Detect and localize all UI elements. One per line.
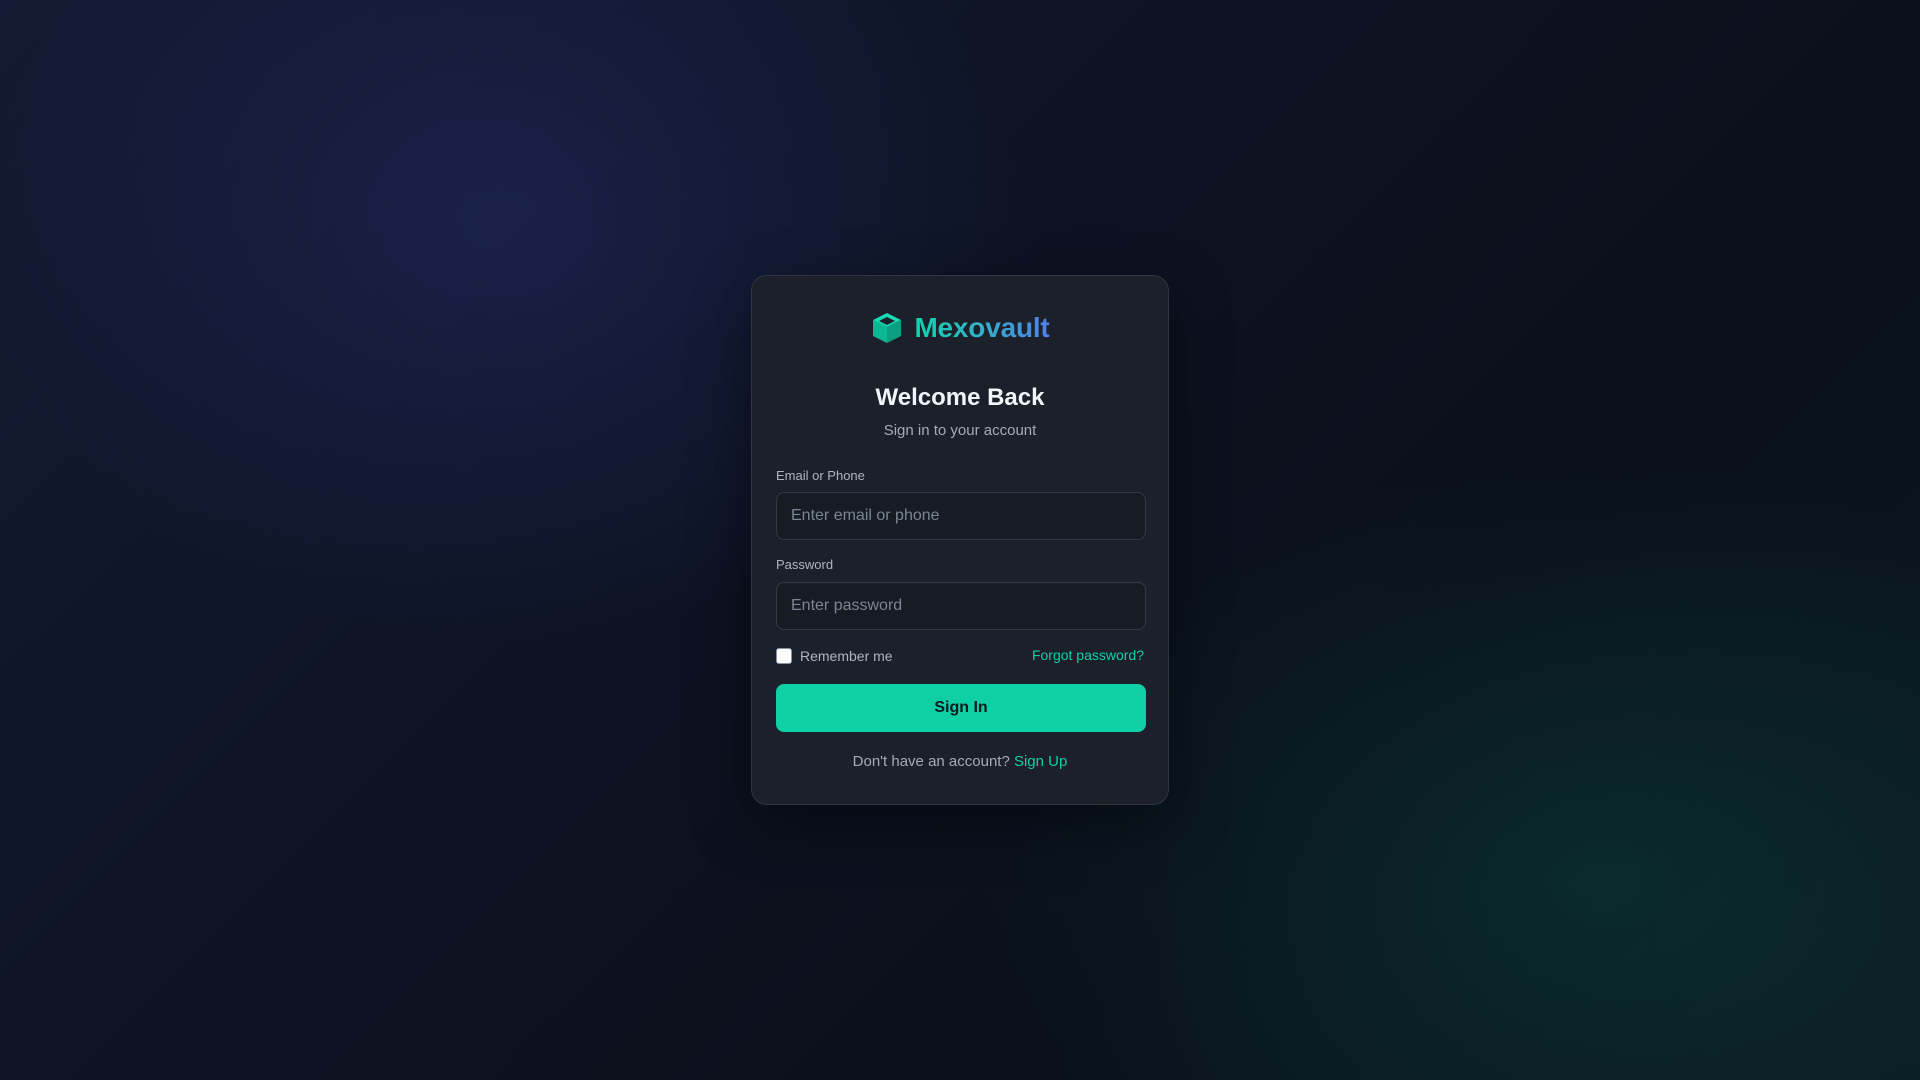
page-subtitle: Sign in to your account [883, 422, 1037, 439]
password-field[interactable] [776, 582, 1146, 630]
email-field[interactable] [776, 492, 1146, 540]
forgot-password-link[interactable]: Forgot password? [1032, 647, 1144, 663]
remember-me-checkbox[interactable] [776, 648, 792, 664]
signup-prompt: Don't have an account? [852, 753, 1014, 770]
email-label: Email or Phone [776, 468, 865, 483]
password-label: Password [776, 557, 834, 572]
remember-me-label[interactable]: Remember me [800, 648, 893, 664]
sign-in-button[interactable]: Sign In [776, 684, 1146, 732]
login-card: Mexovault Welcome Back Sign in to your a… [751, 275, 1169, 805]
page-title: Welcome Back [875, 384, 1045, 411]
remember-me: Remember me [776, 646, 893, 666]
cube-icon [870, 311, 904, 345]
sign-up-link[interactable]: Sign Up [1014, 753, 1067, 770]
brand-name: Mexovault [914, 312, 1050, 343]
brand-logo: Mexovault [752, 310, 1168, 346]
signup-row: Don't have an account? Sign Up [752, 753, 1168, 770]
